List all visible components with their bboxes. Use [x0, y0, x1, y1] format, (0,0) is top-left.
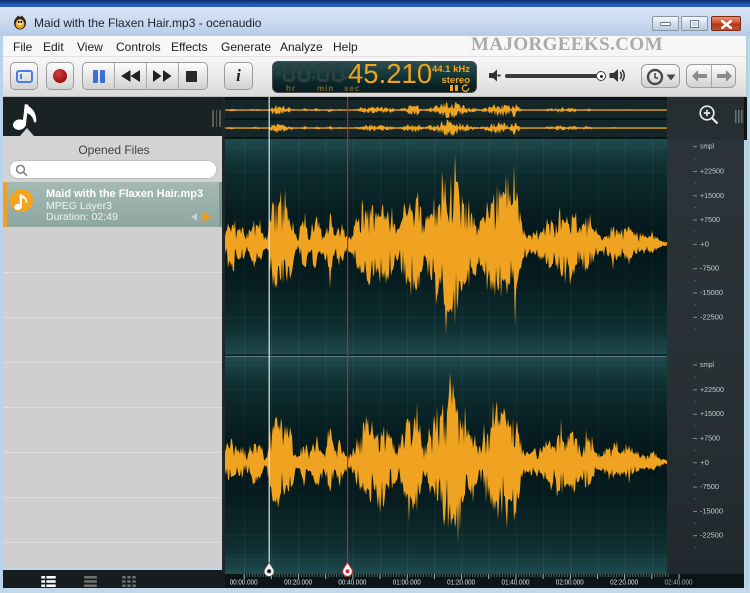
svg-text:smpl: smpl [700, 144, 714, 151]
svg-text:02:20.000: 02:20.000 [610, 580, 638, 587]
svg-text:00:20.000: 00:20.000 [284, 580, 312, 587]
svg-text:+7500: +7500 [700, 436, 720, 443]
svg-text:01:40.000: 01:40.000 [502, 580, 530, 587]
svg-text:01:20.000: 01:20.000 [447, 580, 475, 587]
svg-text:02:00.000: 02:00.000 [556, 580, 584, 587]
svg-text:+22500: +22500 [700, 387, 724, 394]
svg-text:-15000: -15000 [700, 508, 723, 515]
svg-text:+7500: +7500 [700, 217, 720, 224]
svg-text:-15000: -15000 [700, 290, 723, 297]
svg-text:+0: +0 [700, 241, 709, 248]
svg-text:-7500: -7500 [700, 266, 719, 273]
svg-text:-22500: -22500 [700, 314, 723, 321]
svg-text:+15000: +15000 [700, 193, 724, 200]
svg-text:+0: +0 [700, 460, 709, 467]
svg-text:-7500: -7500 [700, 484, 719, 491]
svg-text:-22500: -22500 [700, 533, 723, 540]
svg-text:+15000: +15000 [700, 411, 724, 418]
svg-text:+22500: +22500 [700, 169, 724, 176]
svg-text:00:40.000: 00:40.000 [338, 580, 366, 587]
svg-text:00:00.000: 00:00.000 [230, 580, 258, 587]
svg-text:02:40.000: 02:40.000 [665, 580, 693, 587]
svg-text:01:00.000: 01:00.000 [393, 580, 421, 587]
svg-text:smpl: smpl [700, 362, 714, 369]
